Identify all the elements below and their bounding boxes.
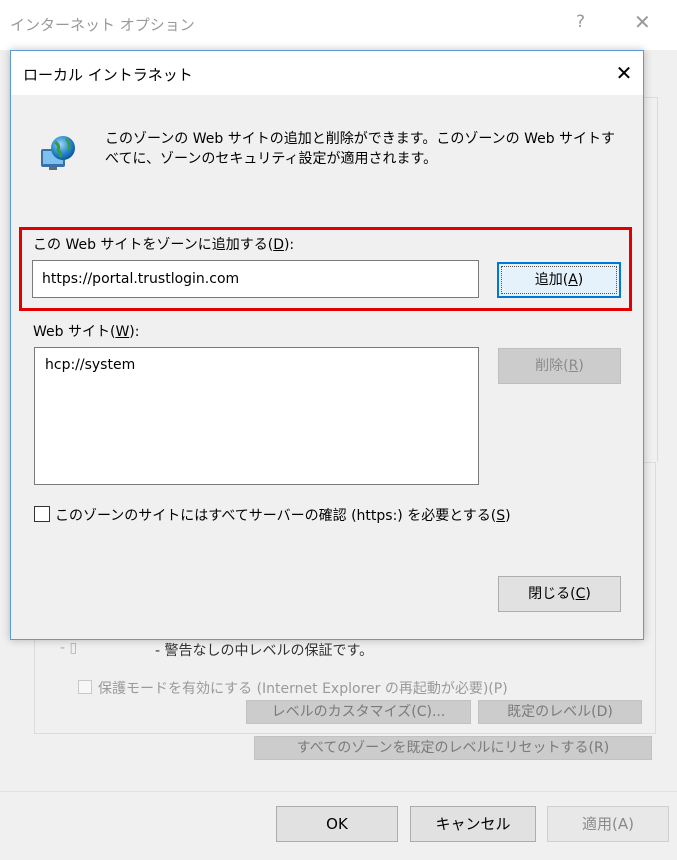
protected-mode-label: 保護モードを有効にする (Internet Explorer の再起動が必要)(… [98,681,508,697]
remove-button[interactable]: 削除(R) [498,348,621,384]
add-site-url-input[interactable] [32,260,479,298]
cancel-button[interactable]: キャンセル [410,806,536,842]
require-https-label[interactable]: このゾーンのサイトにはすべてサーバーの確認 (https:) を必要とする(S) [55,505,511,525]
level-slider-mark: - ▯ [60,640,78,656]
security-level-description: - 警告なしの中レベルの保証です。 [155,643,374,659]
zone-info-text: このゾーンの Web サイトの追加と削除ができます。このゾーンの Web サイト… [105,131,616,167]
dialog-titlebar: ローカル イントラネット ✕ [11,51,643,95]
dialog-close-icon[interactable]: ✕ [609,59,639,87]
dialog-title: ローカル イントラネット [23,66,193,84]
protected-mode-checkbox[interactable] [78,680,92,694]
websites-label: Web サイト(W): [33,324,140,340]
window-title: インターネット オプション [10,16,195,34]
close-button[interactable]: 閉じる(C) [498,576,621,612]
tab-panel-edge [642,97,658,462]
custom-level-button[interactable]: レベルのカスタマイズ(C)... [246,700,471,724]
add-button-focus-rect [501,266,617,294]
list-item[interactable]: hcp://system [45,357,135,373]
websites-listbox[interactable]: hcp://system [34,347,479,485]
apply-button[interactable]: 適用(A) [547,806,669,842]
require-https-checkbox[interactable] [34,506,50,522]
default-level-button[interactable]: 既定のレベル(D) [478,700,642,724]
ok-button[interactable]: OK [276,806,398,842]
footer-divider [0,791,677,792]
globe-monitor-icon [41,136,75,170]
add-site-label: この Web サイトをゾーンに追加する(D): [33,237,295,253]
help-icon[interactable]: ? [576,12,585,32]
internet-options-titlebar: インターネット オプション ? ✕ [0,0,677,50]
window-close-icon[interactable]: ✕ [634,10,651,34]
reset-all-zones-button[interactable]: すべてのゾーンを既定のレベルにリセットする(R) [254,736,652,760]
add-button[interactable]: 追加(A) [497,262,621,298]
local-intranet-dialog: ローカル イントラネット ✕ このゾーンの Web サイトの追加と削除ができます… [10,50,644,640]
